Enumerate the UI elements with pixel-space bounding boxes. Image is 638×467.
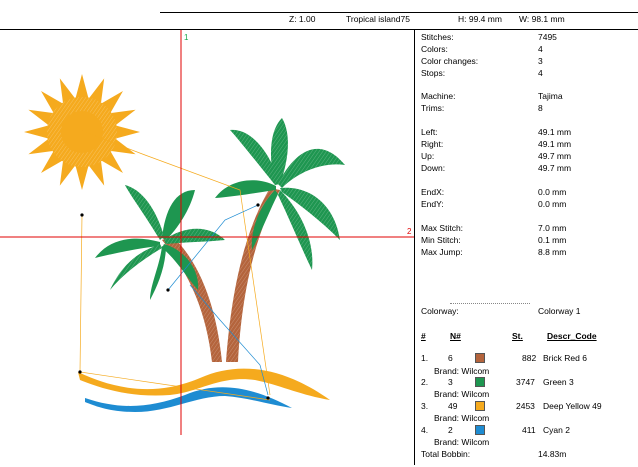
- table-header-description: Descr_Code: [547, 331, 597, 341]
- stat-down-label: Down:: [421, 163, 446, 173]
- row-brand: Brand: Wilcom: [434, 389, 490, 399]
- stat-max-stitch-value: 7.0 mm: [538, 223, 567, 233]
- stat-endy-label: EndY:: [421, 199, 444, 209]
- row-description: Deep Yellow 49: [543, 401, 602, 411]
- stat-machine-value: Tajima: [538, 91, 563, 101]
- stat-color-changes-label: Color changes:: [421, 56, 479, 66]
- stat-up-value: 49.7 mm: [538, 151, 572, 161]
- start-marker: 1: [184, 33, 189, 42]
- row-description: Green 3: [543, 377, 574, 387]
- row-index: 4.: [421, 425, 429, 435]
- row-stitches: 3747: [516, 377, 535, 387]
- row-stitches: 411: [522, 425, 536, 435]
- stat-max-jump-value: 8.8 mm: [538, 247, 567, 257]
- stat-trims-label: Trims:: [421, 103, 445, 113]
- sun-motif: [24, 74, 140, 190]
- design-name: Tropical island75: [346, 14, 410, 24]
- design-header: Z: 1.00 Tropical island75 H: 99.4 mm W: …: [0, 0, 638, 30]
- colorway-divider: [450, 303, 530, 304]
- thread-color-swatch: [475, 425, 485, 435]
- row-description: Brick Red 6: [543, 353, 587, 363]
- stat-stitches-label: Stitches:: [421, 32, 454, 42]
- design-canvas[interactable]: 1 2: [0, 30, 414, 465]
- stat-max-stitch-label: Max Stitch:: [421, 223, 464, 233]
- stat-max-jump-label: Max Jump:: [421, 247, 463, 257]
- stat-min-stitch-value: 0.1 mm: [538, 235, 567, 245]
- stat-right-label: Right:: [421, 139, 444, 149]
- row-index: 1.: [421, 353, 429, 363]
- sun-rays: [24, 74, 140, 190]
- zoom-level: Z: 1.00: [289, 14, 316, 24]
- stat-endy-value: 0.0 mm: [538, 199, 567, 209]
- end-marker: 2: [407, 227, 412, 236]
- stat-machine-label: Machine:: [421, 91, 456, 101]
- stat-endx-label: EndX:: [421, 187, 445, 197]
- design-preview: 1 2: [0, 30, 414, 435]
- row-needle: 6: [448, 353, 453, 363]
- row-description: Cyan 2: [543, 425, 570, 435]
- row-index: 3.: [421, 401, 429, 411]
- row-stitches: 882: [522, 353, 537, 363]
- row-brand: Brand: Wilcom: [434, 437, 490, 447]
- design-width: W: 98.1 mm: [519, 14, 565, 24]
- total-bobbin-label: Total Bobbin:: [421, 449, 471, 459]
- colorway-value[interactable]: Colorway 1: [538, 306, 581, 316]
- row-needle: 2: [448, 425, 453, 435]
- stat-up-label: Up:: [421, 151, 435, 161]
- row-brand: Brand: Wilcom: [434, 413, 490, 423]
- total-bobbin-value: 14.83m: [538, 449, 567, 459]
- thread-color-swatch: [475, 401, 485, 411]
- design-height: H: 99.4 mm: [458, 14, 502, 24]
- stat-right-value: 49.1 mm: [538, 139, 572, 149]
- panel-separator: [414, 30, 415, 465]
- row-needle: 3: [448, 377, 453, 387]
- palm-stitch-texture: [110, 118, 345, 290]
- header-top-rule: [160, 12, 638, 13]
- stat-left-value: 49.1 mm: [538, 127, 572, 137]
- stat-down-value: 49.7 mm: [538, 163, 572, 173]
- stat-stops-value: 4: [538, 68, 543, 78]
- colorway-label: Colorway:: [421, 306, 459, 316]
- stat-left-label: Left:: [421, 127, 438, 137]
- table-header-needle: N#: [450, 331, 461, 341]
- row-index: 2.: [421, 377, 429, 387]
- stat-colors-label: Colors:: [421, 44, 448, 54]
- stat-color-changes-value: 3: [538, 56, 543, 66]
- row-needle: 49: [448, 401, 458, 411]
- thread-color-swatch: [475, 353, 485, 363]
- stat-stops-label: Stops:: [421, 68, 446, 78]
- stat-min-stitch-label: Min Stitch:: [421, 235, 461, 245]
- row-brand: Brand: Wilcom: [434, 366, 490, 376]
- stat-trims-value: 8: [538, 103, 543, 113]
- thread-color-swatch: [475, 377, 485, 387]
- stat-colors-value: 4: [538, 44, 543, 54]
- row-stitches: 2453: [516, 401, 535, 411]
- table-header-stitches: St.: [512, 331, 523, 341]
- stat-endx-value: 0.0 mm: [538, 187, 567, 197]
- table-header-index: #: [421, 331, 426, 341]
- stat-stitches-value: 7495: [538, 32, 557, 42]
